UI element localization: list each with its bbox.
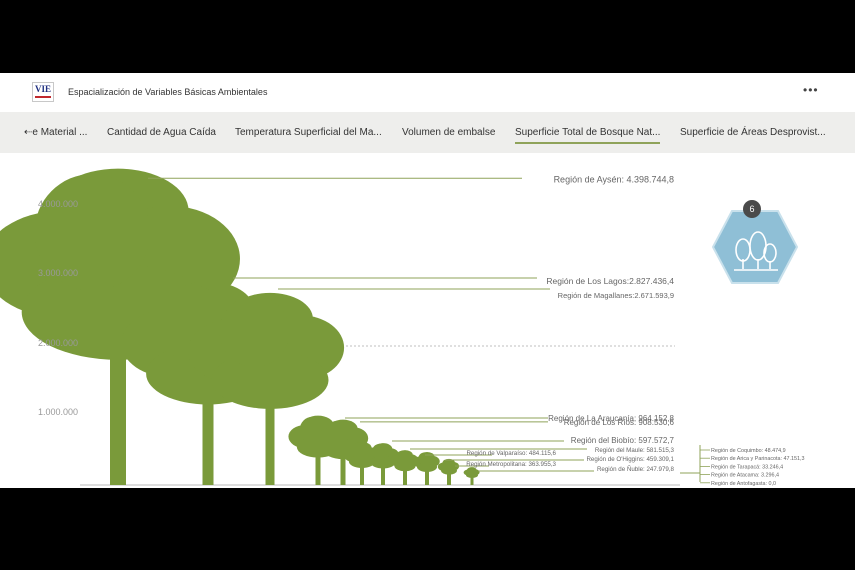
y-tick-label: 1.000.000 (38, 407, 79, 417)
data-label: Región de Atacama: 3.296,4 (711, 473, 779, 479)
tab-superficie-bosque[interactable]: Superficie Total de Bosque Nat... (515, 127, 661, 144)
header: VIE Espacialización de Variables Básicas… (0, 73, 855, 111)
tree-bar (463, 467, 480, 485)
logo-text: VIE (35, 84, 52, 94)
forest-badge[interactable] (712, 209, 798, 285)
logo-bar (35, 96, 51, 98)
tree-canopy (466, 467, 474, 475)
data-label: Región de Arica y Parinacota: 47.151,3 (711, 456, 805, 462)
tree-canopy (325, 420, 350, 445)
tree-bar (437, 458, 460, 485)
badge-number: 6 (743, 200, 761, 218)
y-tick-label: 3.000.000 (38, 268, 79, 278)
forest-area-chart: 4.000.000 3.000.000 2.000.000 1.000.000 … (0, 153, 855, 488)
tab-material[interactable]: ⇠e Material ... (24, 127, 87, 138)
tree-canopy (371, 443, 388, 460)
data-label: Región de O'Higgins: 459.309,1 (586, 456, 674, 463)
data-label: Región del Biobío: 597.572,7 (571, 436, 675, 445)
data-label: Región de Ñuble: 247.979,8 (597, 466, 675, 473)
tab-volumen-embalse[interactable]: Volumen de embalse (402, 127, 495, 138)
data-label: Región de Los Lagos:2.827.436,4 (546, 276, 674, 286)
badge-hexagon (712, 210, 798, 284)
data-label: Región de Tarapacá: 33.246,4 (711, 464, 783, 470)
page-title: Espacialización de Variables Básicas Amb… (68, 87, 268, 97)
data-label: Región Metropolitana: 363.955,3 (466, 461, 556, 468)
app-frame: VIE Espacialización de Variables Básicas… (0, 73, 855, 488)
tab-bar: ⇠e Material ... Cantidad de Agua Caída T… (0, 112, 855, 153)
data-label: Región de Aysén: 4.398.744,8 (554, 174, 674, 184)
tree-canopy (418, 452, 431, 465)
data-label: Región de Antofagasta: 0,0 (711, 481, 776, 487)
data-label: Región de Valparaíso: 484.115,6 (466, 450, 556, 457)
data-label: Región de Los Ríos: 908.530,6 (564, 418, 675, 427)
tree-canopy (442, 459, 452, 469)
tab-agua-caida[interactable]: Cantidad de Agua Caída (107, 127, 216, 138)
tree-canopy (395, 450, 409, 464)
tree-canopy (350, 442, 367, 459)
logo: VIE (32, 82, 54, 102)
tab-temperatura[interactable]: Temperatura Superficial del Ma... (235, 127, 382, 138)
y-tick-label: 4.000.000 (38, 199, 79, 209)
data-label: Región del Maule: 581.515,3 (595, 447, 675, 454)
data-label: Región de Coquimbo: 48.474,9 (711, 448, 786, 454)
tree-canopy (219, 296, 290, 368)
chart-plot: Región de Aysén: 4.398.744,8 Región de Lo… (0, 168, 805, 487)
more-options-button[interactable]: ••• (803, 83, 819, 97)
data-label: Región de Magallanes:2.671.593,9 (558, 291, 674, 300)
y-tick-label: 2.000.000 (38, 338, 79, 348)
tab-superficie-areas[interactable]: Superficie de Áreas Desprovist... (680, 127, 826, 138)
